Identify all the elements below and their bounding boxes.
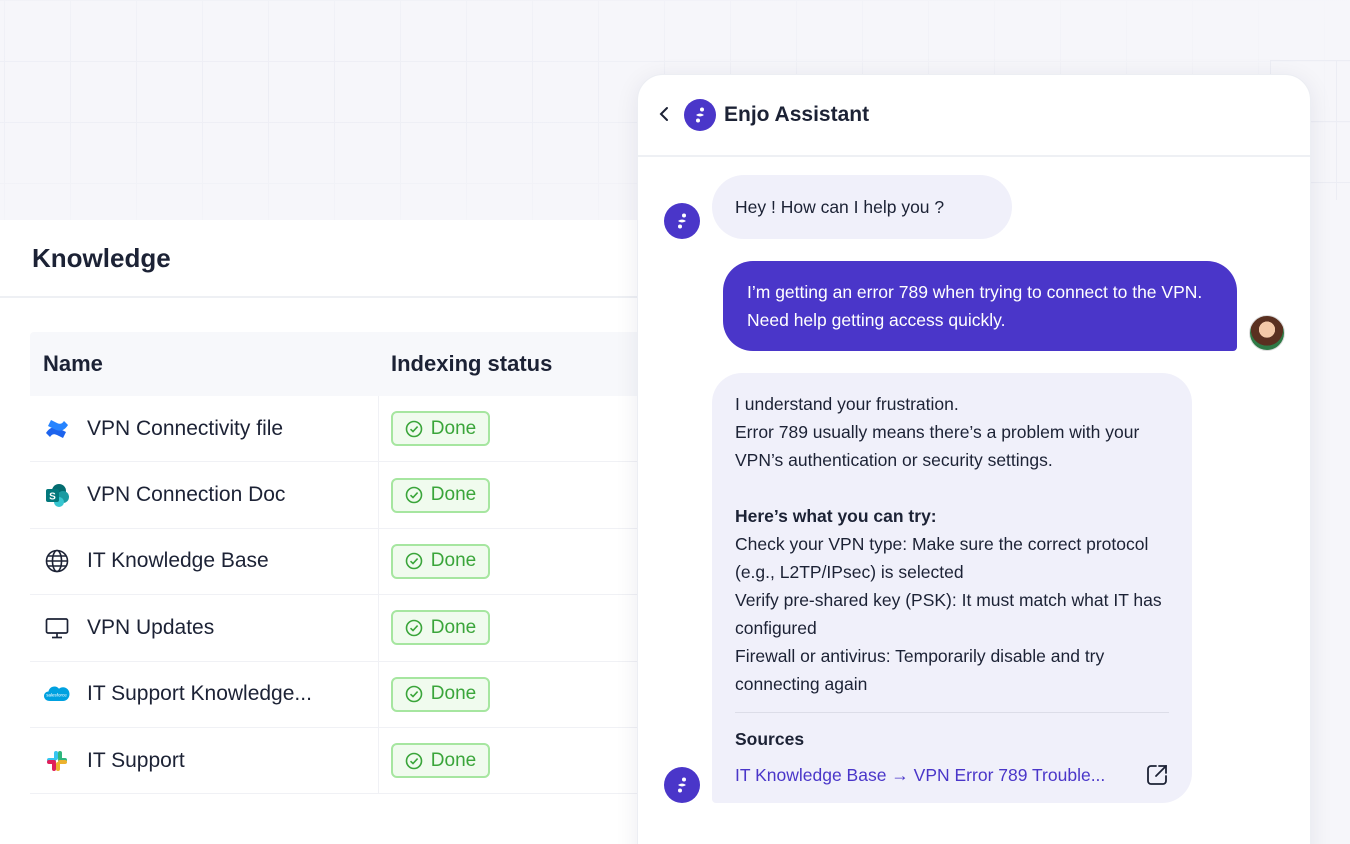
status-badge: Done — [391, 543, 490, 579]
enjo-logo-icon — [678, 213, 686, 229]
check-circle-icon — [405, 420, 423, 437]
table-header: Name Indexing status — [30, 332, 680, 396]
user-message-text: I’m getting an error 789 when trying to … — [747, 282, 1203, 330]
svg-text:salesforce: salesforce — [46, 693, 67, 698]
status-badge: Done — [391, 676, 490, 712]
user-avatar — [1249, 315, 1285, 351]
confluence-icon — [43, 415, 71, 443]
external-link-icon — [1147, 765, 1167, 785]
table-row[interactable]: VPN Connectivity file Done — [30, 396, 680, 463]
globe-icon — [43, 547, 71, 575]
status-badge: Done — [391, 411, 490, 447]
bot-message: Hey ! How can I help you ? — [712, 175, 1012, 239]
row-name: VPN Connectivity file — [87, 416, 284, 440]
column-header-status[interactable]: Indexing status — [391, 351, 552, 376]
monitor-icon — [43, 614, 71, 642]
svg-text:S: S — [49, 492, 56, 503]
table-row[interactable]: S VPN Connection Doc Done — [30, 462, 680, 529]
greeting-text: Hey ! How can I help you ? — [735, 197, 945, 217]
status-text: Done — [430, 417, 477, 439]
bot-reply: I understand your frustration. Error 789… — [712, 373, 1192, 803]
assistant-chat-window: Enjo Assistant Hey ! How can I help you … — [637, 74, 1311, 844]
page-title: Knowledge — [32, 242, 171, 273]
check-circle-icon — [405, 619, 423, 637]
check-circle-icon — [405, 553, 423, 570]
slack-icon — [43, 747, 71, 775]
reply-line: Error 789 usually means there’s a proble… — [735, 422, 1140, 470]
column-header-name[interactable]: Name — [43, 351, 103, 376]
tip-item: Firewall or antivirus: Temporarily disab… — [735, 646, 1105, 694]
back-button[interactable] — [658, 102, 680, 128]
row-name: IT Support Knowledge... — [87, 682, 312, 706]
knowledge-panel: Knowledge Name Indexing status VPN Conne… — [0, 220, 680, 844]
reply-line: I understand your frustration. — [735, 394, 959, 414]
status-text: Done — [430, 683, 477, 705]
table-row[interactable]: IT Knowledge Base Done — [30, 528, 680, 596]
source-link-text[interactable]: IT Knowledge Base → VPN Error 789 Troubl… — [735, 761, 1105, 789]
row-name: IT Support — [87, 748, 185, 772]
status-badge: Done — [391, 477, 490, 513]
enjo-logo-icon — [684, 99, 716, 131]
status-text: Done — [430, 616, 477, 638]
divider — [735, 712, 1169, 713]
table-row[interactable]: VPN Updates Done — [30, 595, 680, 662]
check-circle-icon — [405, 486, 423, 504]
user-message: I’m getting an error 789 when trying to … — [723, 261, 1237, 351]
knowledge-table: Name Indexing status VPN Connectivity fi… — [30, 332, 680, 795]
tips-heading: Here’s what you can try: — [735, 506, 937, 526]
row-name: IT Knowledge Base — [87, 549, 269, 573]
sources-heading: Sources — [735, 729, 805, 749]
check-circle-icon — [405, 685, 423, 703]
tip-item: Check your VPN type: Make sure the corre… — [735, 534, 1149, 582]
row-name: VPN Connection Doc — [87, 483, 286, 507]
assistant-title: Enjo Assistant — [724, 103, 870, 126]
salesforce-icon: salesforce — [43, 680, 71, 708]
knowledge-header: Knowledge — [0, 220, 680, 298]
status-badge: Done — [391, 610, 490, 646]
status-text: Done — [430, 550, 477, 572]
status-text: Done — [430, 749, 477, 771]
enjo-logo-icon — [678, 777, 686, 793]
check-circle-icon — [405, 752, 423, 769]
tip-item: Verify pre-shared key (PSK): It must mat… — [735, 590, 1162, 638]
bot-avatar — [664, 767, 700, 803]
bot-avatar — [664, 203, 700, 239]
source-link[interactable]: IT Knowledge Base → VPN Error 789 Troubl… — [735, 761, 1169, 789]
chevron-left-icon — [659, 107, 668, 121]
sharepoint-icon: S — [43, 481, 71, 509]
table-row[interactable]: salesforce IT Support Knowledge... Done — [30, 661, 680, 728]
table-row[interactable]: IT Support Done — [30, 727, 680, 795]
status-text: Done — [430, 484, 477, 506]
status-badge: Done — [391, 743, 490, 779]
chat-header: Enjo Assistant — [638, 75, 1310, 157]
row-name: VPN Updates — [87, 615, 215, 639]
